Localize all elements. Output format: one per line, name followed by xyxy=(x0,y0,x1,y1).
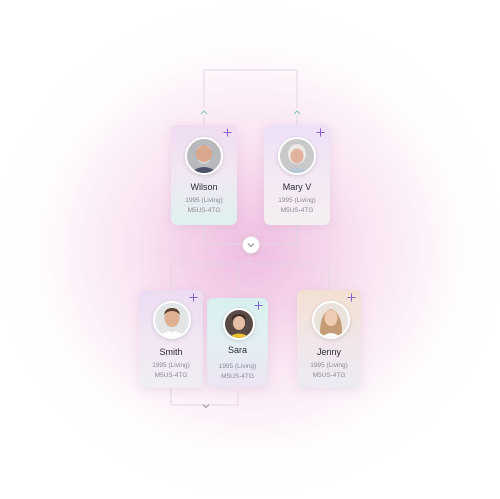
add-relative-button[interactable] xyxy=(315,128,325,138)
plus-icon xyxy=(223,128,231,137)
person-year: 1995 (Living) xyxy=(310,362,348,369)
person-card-smith[interactable]: Smith 1995 (Living) M5US-4TG xyxy=(139,290,203,388)
person-year: 1995 (Living) xyxy=(152,362,190,369)
person-card-mary-v[interactable]: Mary V 1995 (Living) M5US-4TG xyxy=(264,125,330,225)
person-name: Mary V xyxy=(282,182,312,192)
add-relative-button[interactable] xyxy=(346,293,356,303)
chevron-down-icon xyxy=(247,243,255,248)
person-card-sara[interactable]: Sara 1995 (Living) M5US-4TG xyxy=(207,298,268,388)
expand-up-wilson-button[interactable] xyxy=(198,106,210,118)
avatar xyxy=(278,137,316,175)
person-name: Smith xyxy=(159,347,183,357)
person-code: M5US-4TG xyxy=(187,207,221,214)
person-name: Wilson xyxy=(190,182,218,192)
avatar xyxy=(153,301,191,339)
chevron-up-icon xyxy=(200,110,208,115)
add-relative-button[interactable] xyxy=(188,293,198,303)
person-name: Jenny xyxy=(316,347,342,357)
avatar xyxy=(223,308,255,340)
collapse-children-button[interactable] xyxy=(242,236,260,254)
plus-icon xyxy=(347,293,355,302)
chevron-up-icon xyxy=(293,110,301,115)
expand-down-button[interactable] xyxy=(200,400,212,412)
person-name: Sara xyxy=(227,345,247,355)
person-year: 1995 (Living) xyxy=(278,197,316,204)
add-relative-button[interactable] xyxy=(253,301,263,311)
avatar xyxy=(185,137,223,175)
plus-icon xyxy=(316,128,324,137)
expand-up-mary-button[interactable] xyxy=(291,106,303,118)
person-code: M5US-4TG xyxy=(312,372,346,379)
avatar xyxy=(312,301,350,339)
person-code: M5US-4TG xyxy=(280,207,314,214)
person-code: M5US-4TG xyxy=(221,373,254,380)
person-year: 1995 (Living) xyxy=(185,197,223,204)
person-card-wilson[interactable]: Wilson 1995 (Living) M5US-4TG xyxy=(171,125,237,225)
plus-icon xyxy=(189,293,197,302)
chevron-down-icon xyxy=(202,404,210,409)
person-year: 1995 (Living) xyxy=(218,363,257,370)
plus-icon xyxy=(254,301,262,310)
person-code: M5US-4TG xyxy=(154,372,188,379)
add-relative-button[interactable] xyxy=(222,128,232,138)
person-card-jenny[interactable]: Jenny 1995 (Living) M5US-4TG xyxy=(297,290,361,388)
